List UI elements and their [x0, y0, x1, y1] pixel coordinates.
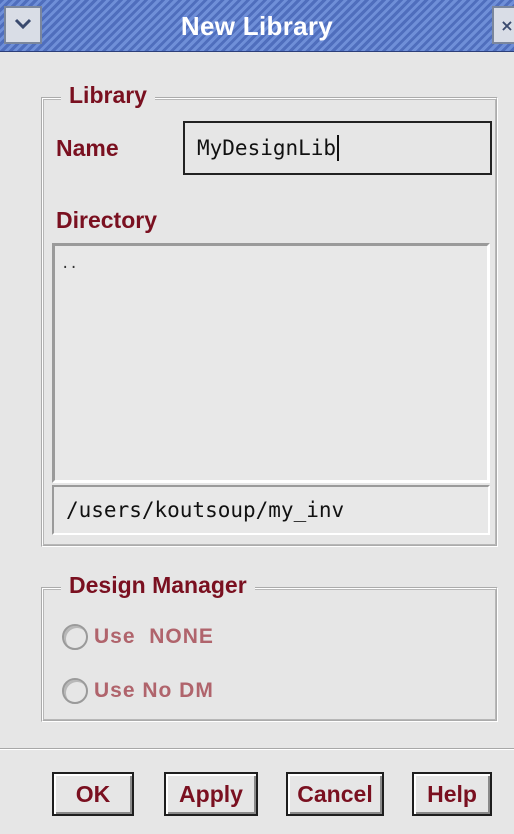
radio-use-none[interactable]: Use NONE: [62, 624, 214, 650]
directory-label: Directory: [56, 207, 157, 233]
directory-list-item[interactable]: ..: [61, 256, 481, 272]
radio-use-no-dm[interactable]: Use No DM: [62, 678, 214, 704]
name-label: Name: [56, 135, 119, 161]
library-group-legend: Library: [61, 82, 155, 109]
directory-path-field[interactable]: /users/koutsoup/my_inv: [52, 485, 490, 535]
title-bar[interactable]: New Library ×: [0, 0, 514, 52]
directory-list[interactable]: ..: [52, 243, 490, 483]
apply-button[interactable]: Apply: [164, 772, 258, 816]
name-input-value: MyDesignLib: [197, 136, 337, 160]
text-cursor: [337, 135, 340, 161]
window-close-button[interactable]: ×: [492, 6, 514, 44]
help-button[interactable]: Help: [412, 772, 492, 816]
radio-button-icon[interactable]: [62, 678, 88, 704]
radio-use-no-dm-label: Use No DM: [94, 679, 214, 702]
button-separator: [0, 748, 514, 750]
name-input[interactable]: MyDesignLib: [183, 121, 492, 175]
ok-button[interactable]: OK: [52, 772, 134, 816]
radio-button-icon[interactable]: [62, 624, 88, 650]
window-title: New Library: [180, 10, 334, 41]
directory-path-value: /users/koutsoup/my_inv: [66, 498, 345, 522]
design-manager-legend: Design Manager: [61, 572, 255, 599]
cancel-button[interactable]: Cancel: [286, 772, 384, 816]
radio-use-none-label: Use NONE: [94, 625, 214, 648]
close-icon: ×: [500, 15, 514, 35]
